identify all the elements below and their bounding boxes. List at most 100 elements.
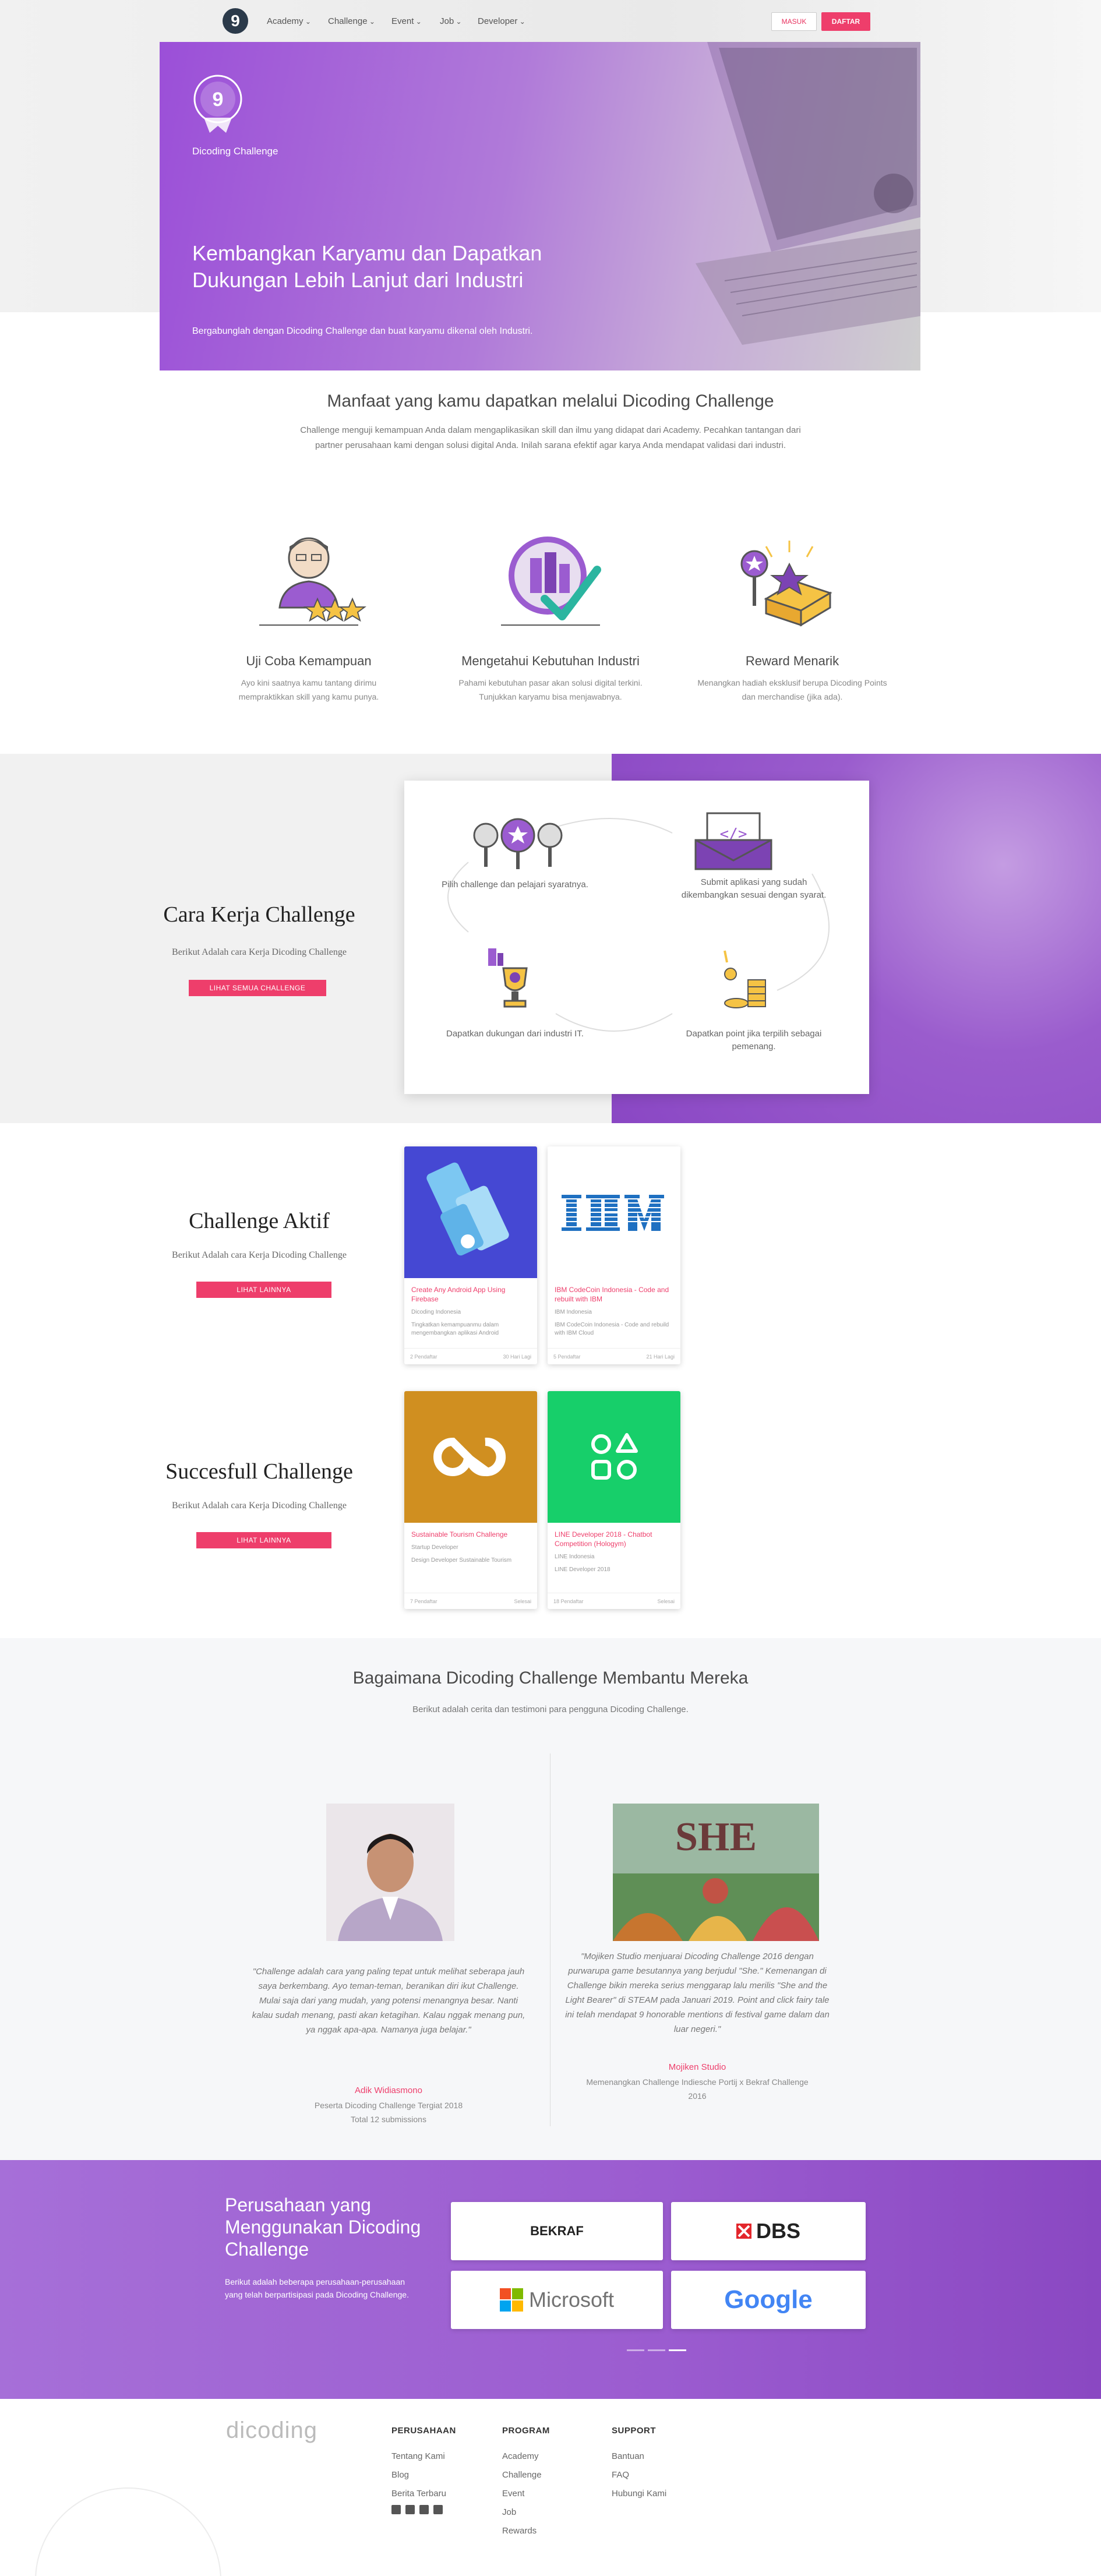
challenge-card[interactable]: Create Any Android App Using Firebase Di… — [404, 1146, 537, 1364]
footer-link-blog[interactable]: Blog — [391, 2470, 409, 2480]
successful-challenge-title: Succesfull Challenge — [165, 1459, 353, 1484]
youtube-icon[interactable] — [433, 2505, 443, 2514]
android-app-thumbnail — [404, 1146, 537, 1278]
card-participants: 5 Pendaftar — [553, 1353, 581, 1360]
hero-brand: Dicoding Challenge — [192, 146, 278, 157]
testimonial-name: Adik Widiasmono — [355, 2085, 422, 2095]
card-footer: 18 Pendaftar Selesai — [548, 1593, 680, 1609]
card-participants: 7 Pendaftar — [410, 1598, 437, 1604]
trophy-icon — [488, 948, 528, 1008]
nav-challenge[interactable]: Challenge — [328, 16, 375, 26]
benefit-description: Menangkan hadiah eksklusif berupa Dicodi… — [697, 678, 887, 701]
testimonial-name: Mojiken Studio — [668, 2062, 726, 2072]
coins-icon — [724, 950, 766, 1008]
dbs-logo: DBS — [671, 2202, 866, 2260]
dbs-mark-icon — [736, 2224, 751, 2239]
login-button[interactable]: MASUK — [771, 12, 817, 31]
card-title[interactable]: IBM CodeCoin Indonesia - Code and rebuil… — [555, 1285, 673, 1304]
testimonial-role: Total 12 submissions — [351, 2115, 426, 2124]
hero-subtitle: Bergabunglah dengan Dicoding Challenge d… — [192, 326, 533, 336]
laptop-illustration — [696, 42, 920, 345]
google-logo-text: Google — [724, 2285, 813, 2314]
nav-developer[interactable]: Developer — [478, 16, 525, 26]
benefit-description: Ayo kini saatnya kamu tantang dirimu mem… — [238, 678, 379, 701]
card-organizer: Startup Developer — [411, 1544, 458, 1551]
card-organizer: LINE Indonesia — [555, 1554, 595, 1560]
carousel-dot-active[interactable] — [669, 2349, 686, 2351]
top-navbar: 9 Academy Challenge Event Job Developer … — [0, 0, 1101, 42]
card-title[interactable]: Create Any Android App Using Firebase — [411, 1285, 530, 1304]
footer-link-academy[interactable]: Academy — [502, 2451, 539, 2461]
active-challenge-subtitle: Berikut Adalah cara Kerja Dicoding Chall… — [172, 1250, 347, 1260]
dicoding-logo[interactable]: 9 — [223, 8, 248, 34]
microsoft-mark-icon — [499, 2288, 523, 2312]
facebook-icon[interactable] — [391, 2505, 401, 2514]
card-description: Design Developer Sustainable Tourism — [411, 1557, 512, 1564]
carousel-dot[interactable] — [648, 2349, 665, 2351]
benefit-title: Reward Menarik — [745, 654, 839, 668]
footer-link-challenge[interactable]: Challenge — [502, 2470, 542, 2480]
footer-link-contact[interactable]: Hubungi Kami — [612, 2489, 666, 2499]
card-title[interactable]: Sustainable Tourism Challenge — [411, 1530, 530, 1539]
footer-link-help[interactable]: Bantuan — [612, 2451, 644, 2461]
challenge-card[interactable]: Sustainable Tourism Challenge Startup De… — [404, 1391, 537, 1609]
challenge-card[interactable]: LINE Developer 2018 - Chatbot Competitio… — [548, 1391, 680, 1609]
footer-link-faq[interactable]: FAQ — [612, 2470, 629, 2480]
medals-icon — [473, 818, 563, 869]
card-footer: 7 Pendaftar Selesai — [404, 1593, 537, 1609]
testimonial-role: Peserta Dicoding Challenge Tergiat 2018 — [314, 2101, 463, 2110]
she-logo-text: SHE — [675, 1815, 757, 1859]
card-title[interactable]: LINE Developer 2018 - Chatbot Competitio… — [555, 1530, 673, 1548]
step-point: Dapatkan point jika terpilih sebagai pem… — [686, 1029, 822, 1051]
company-title: Perusahaan yang Menggunakan Dicoding Cha… — [225, 2194, 421, 2260]
dbs-logo-text: DBS — [756, 2219, 800, 2243]
step-submit: Submit aplikasi yang sudah dikembangkan … — [681, 877, 827, 900]
she-game-artwork: SHE — [613, 1804, 819, 1941]
successful-challenge-subtitle: Berikut Adalah cara Kerja Dicoding Chall… — [172, 1501, 347, 1511]
successful-more-button[interactable]: LIHAT LAINNYA — [196, 1532, 331, 1548]
line-chatbot-thumbnail — [548, 1391, 680, 1523]
see-all-challenge-button[interactable]: LIHAT SEMUA CHALLENGE — [189, 980, 326, 996]
reward-box-icon — [740, 541, 832, 627]
testimonial-section-bg — [0, 1638, 1101, 2160]
footer-link-event[interactable]: Event — [502, 2489, 524, 2499]
card-organizer: IBM Indonesia — [555, 1309, 592, 1315]
company-description: Berikut adalah beberapa perusahaan-perus… — [225, 2277, 409, 2299]
active-challenge-title: Challenge Aktif — [189, 1209, 330, 1233]
hero-banner: 9 Dicoding Challenge Kembangkan Karyamu … — [160, 42, 920, 370]
nav-event[interactable]: Event — [391, 16, 422, 26]
active-more-button[interactable]: LIHAT LAINNYA — [196, 1282, 331, 1298]
card-deadline: 30 Hari Lagi — [503, 1353, 531, 1360]
testimonial-role: Memenangkan Challenge Indiesche Portij x… — [586, 2077, 809, 2087]
card-description: IBM CodeCoin Indonesia - Code and rebuil… — [555, 1322, 669, 1336]
footer-link-rewards[interactable]: Rewards — [502, 2526, 537, 2536]
microsoft-logo: Microsoft — [451, 2271, 663, 2329]
footer-brand-logo[interactable]: dicoding — [226, 2418, 317, 2444]
challenge-card[interactable]: IBM CodeCoin Indonesia - Code and rebuil… — [548, 1146, 680, 1364]
hero-title: Kembangkan Karyamu dan Dapatkan Dukungan… — [192, 241, 542, 292]
benefit-section-title: Manfaat yang kamu dapatkan melalui Dicod… — [327, 391, 774, 411]
footer-link-job[interactable]: Job — [502, 2507, 516, 2517]
card-footer: 5 Pendaftar 21 Hari Lagi — [548, 1348, 680, 1364]
twitter-icon[interactable] — [419, 2505, 429, 2514]
nav-job[interactable]: Job — [440, 16, 462, 26]
instagram-icon[interactable] — [405, 2505, 415, 2514]
bekraf-logo-text: BEKRAF — [530, 2224, 584, 2238]
testimonial-quote: "Challenge adalah cara yang paling tepat… — [252, 1967, 525, 2035]
card-participants: 2 Pendaftar — [410, 1353, 437, 1360]
footer-link-news[interactable]: Berita Terbaru — [391, 2489, 446, 2499]
testimonial-subtitle: Berikut adalah cerita dan testimoni para… — [412, 1705, 689, 1714]
challenge-badge-icon: 9 — [193, 75, 242, 133]
register-button[interactable]: DAFTAR — [821, 12, 870, 31]
badge-number: 9 — [213, 89, 224, 111]
nav-academy[interactable]: Academy — [267, 16, 311, 26]
card-footer: 2 Pendaftar 30 Hari Lagi — [404, 1348, 537, 1364]
benefit-description: Pahami kebutuhan pasar akan solusi digit… — [458, 678, 643, 701]
tourism-thumbnail — [404, 1391, 537, 1523]
footer-link-about[interactable]: Tentang Kami — [391, 2451, 445, 2461]
testimonial-title: Bagaimana Dicoding Challenge Membantu Me… — [352, 1668, 749, 1688]
benefit-item-skill: Uji Coba Kemampuan Ayo kini saatnya kamu… — [213, 529, 405, 704]
carousel-dot[interactable] — [627, 2349, 644, 2351]
benefit-item-reward: Reward Menarik Menangkan hadiah eksklusi… — [696, 529, 888, 704]
card-description: Tingkatkan kemampuanmu dalam mengembangk… — [411, 1322, 499, 1336]
